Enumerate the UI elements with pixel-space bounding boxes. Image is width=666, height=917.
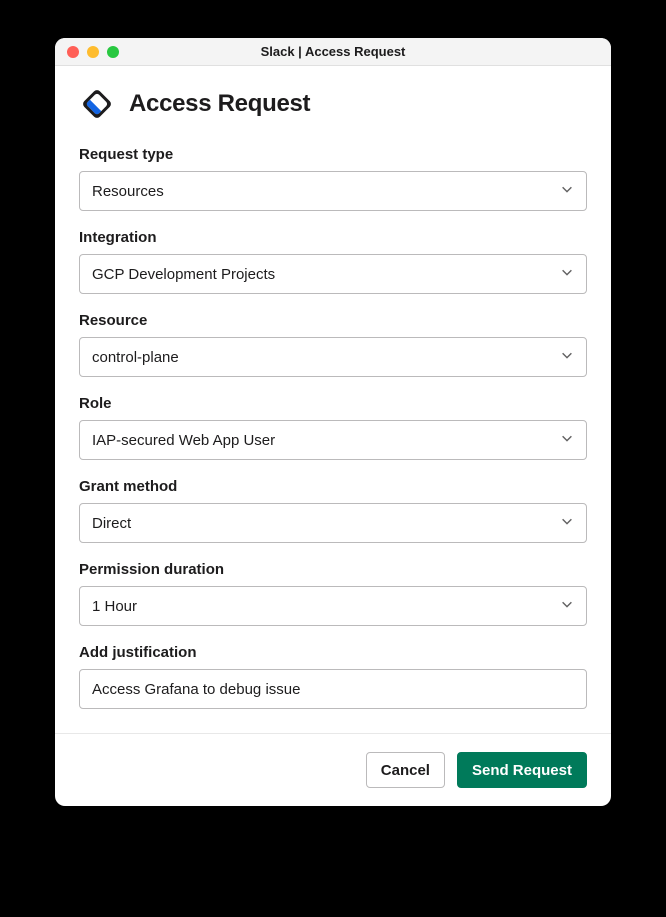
app-logo-icon bbox=[79, 86, 115, 122]
label-grant-method: Grant method bbox=[79, 478, 587, 495]
field-request-type: Request type Resources bbox=[79, 146, 587, 211]
label-request-type: Request type bbox=[79, 146, 587, 163]
window-maximize-button[interactable] bbox=[107, 46, 119, 58]
label-integration: Integration bbox=[79, 229, 587, 246]
select-value: control-plane bbox=[92, 349, 179, 366]
field-integration: Integration GCP Development Projects bbox=[79, 229, 587, 294]
select-value: 1 Hour bbox=[92, 598, 137, 615]
field-role: Role IAP-secured Web App User bbox=[79, 395, 587, 460]
chevron-down-icon bbox=[560, 514, 574, 532]
label-role: Role bbox=[79, 395, 587, 412]
dialog-header: Access Request bbox=[79, 86, 587, 122]
window-minimize-button[interactable] bbox=[87, 46, 99, 58]
select-value: GCP Development Projects bbox=[92, 266, 275, 283]
dialog-content: Access Request Request type Resources In… bbox=[55, 66, 611, 733]
window-titlebar: Slack | Access Request bbox=[55, 38, 611, 66]
chevron-down-icon bbox=[560, 348, 574, 366]
justification-input[interactable] bbox=[79, 669, 587, 709]
select-resource[interactable]: control-plane bbox=[79, 337, 587, 377]
chevron-down-icon bbox=[560, 597, 574, 615]
select-integration[interactable]: GCP Development Projects bbox=[79, 254, 587, 294]
field-grant-method: Grant method Direct bbox=[79, 478, 587, 543]
select-role[interactable]: IAP-secured Web App User bbox=[79, 420, 587, 460]
window-close-button[interactable] bbox=[67, 46, 79, 58]
dialog-window: Slack | Access Request Access Request Re… bbox=[55, 38, 611, 806]
chevron-down-icon bbox=[560, 431, 574, 449]
dialog-title: Access Request bbox=[129, 90, 310, 118]
label-resource: Resource bbox=[79, 312, 587, 329]
select-value: Direct bbox=[92, 515, 131, 532]
select-grant-method[interactable]: Direct bbox=[79, 503, 587, 543]
select-request-type[interactable]: Resources bbox=[79, 171, 587, 211]
window-title: Slack | Access Request bbox=[55, 44, 611, 59]
select-value: Resources bbox=[92, 183, 164, 200]
field-justification: Add justification bbox=[79, 644, 587, 709]
select-permission-duration[interactable]: 1 Hour bbox=[79, 586, 587, 626]
dialog-footer: Cancel Send Request bbox=[55, 733, 611, 806]
cancel-button[interactable]: Cancel bbox=[366, 752, 445, 788]
field-resource: Resource control-plane bbox=[79, 312, 587, 377]
traffic-lights bbox=[55, 46, 119, 58]
chevron-down-icon bbox=[560, 182, 574, 200]
send-request-button[interactable]: Send Request bbox=[457, 752, 587, 788]
field-permission-duration: Permission duration 1 Hour bbox=[79, 561, 587, 626]
label-permission-duration: Permission duration bbox=[79, 561, 587, 578]
chevron-down-icon bbox=[560, 265, 574, 283]
select-value: IAP-secured Web App User bbox=[92, 432, 275, 449]
label-justification: Add justification bbox=[79, 644, 587, 661]
